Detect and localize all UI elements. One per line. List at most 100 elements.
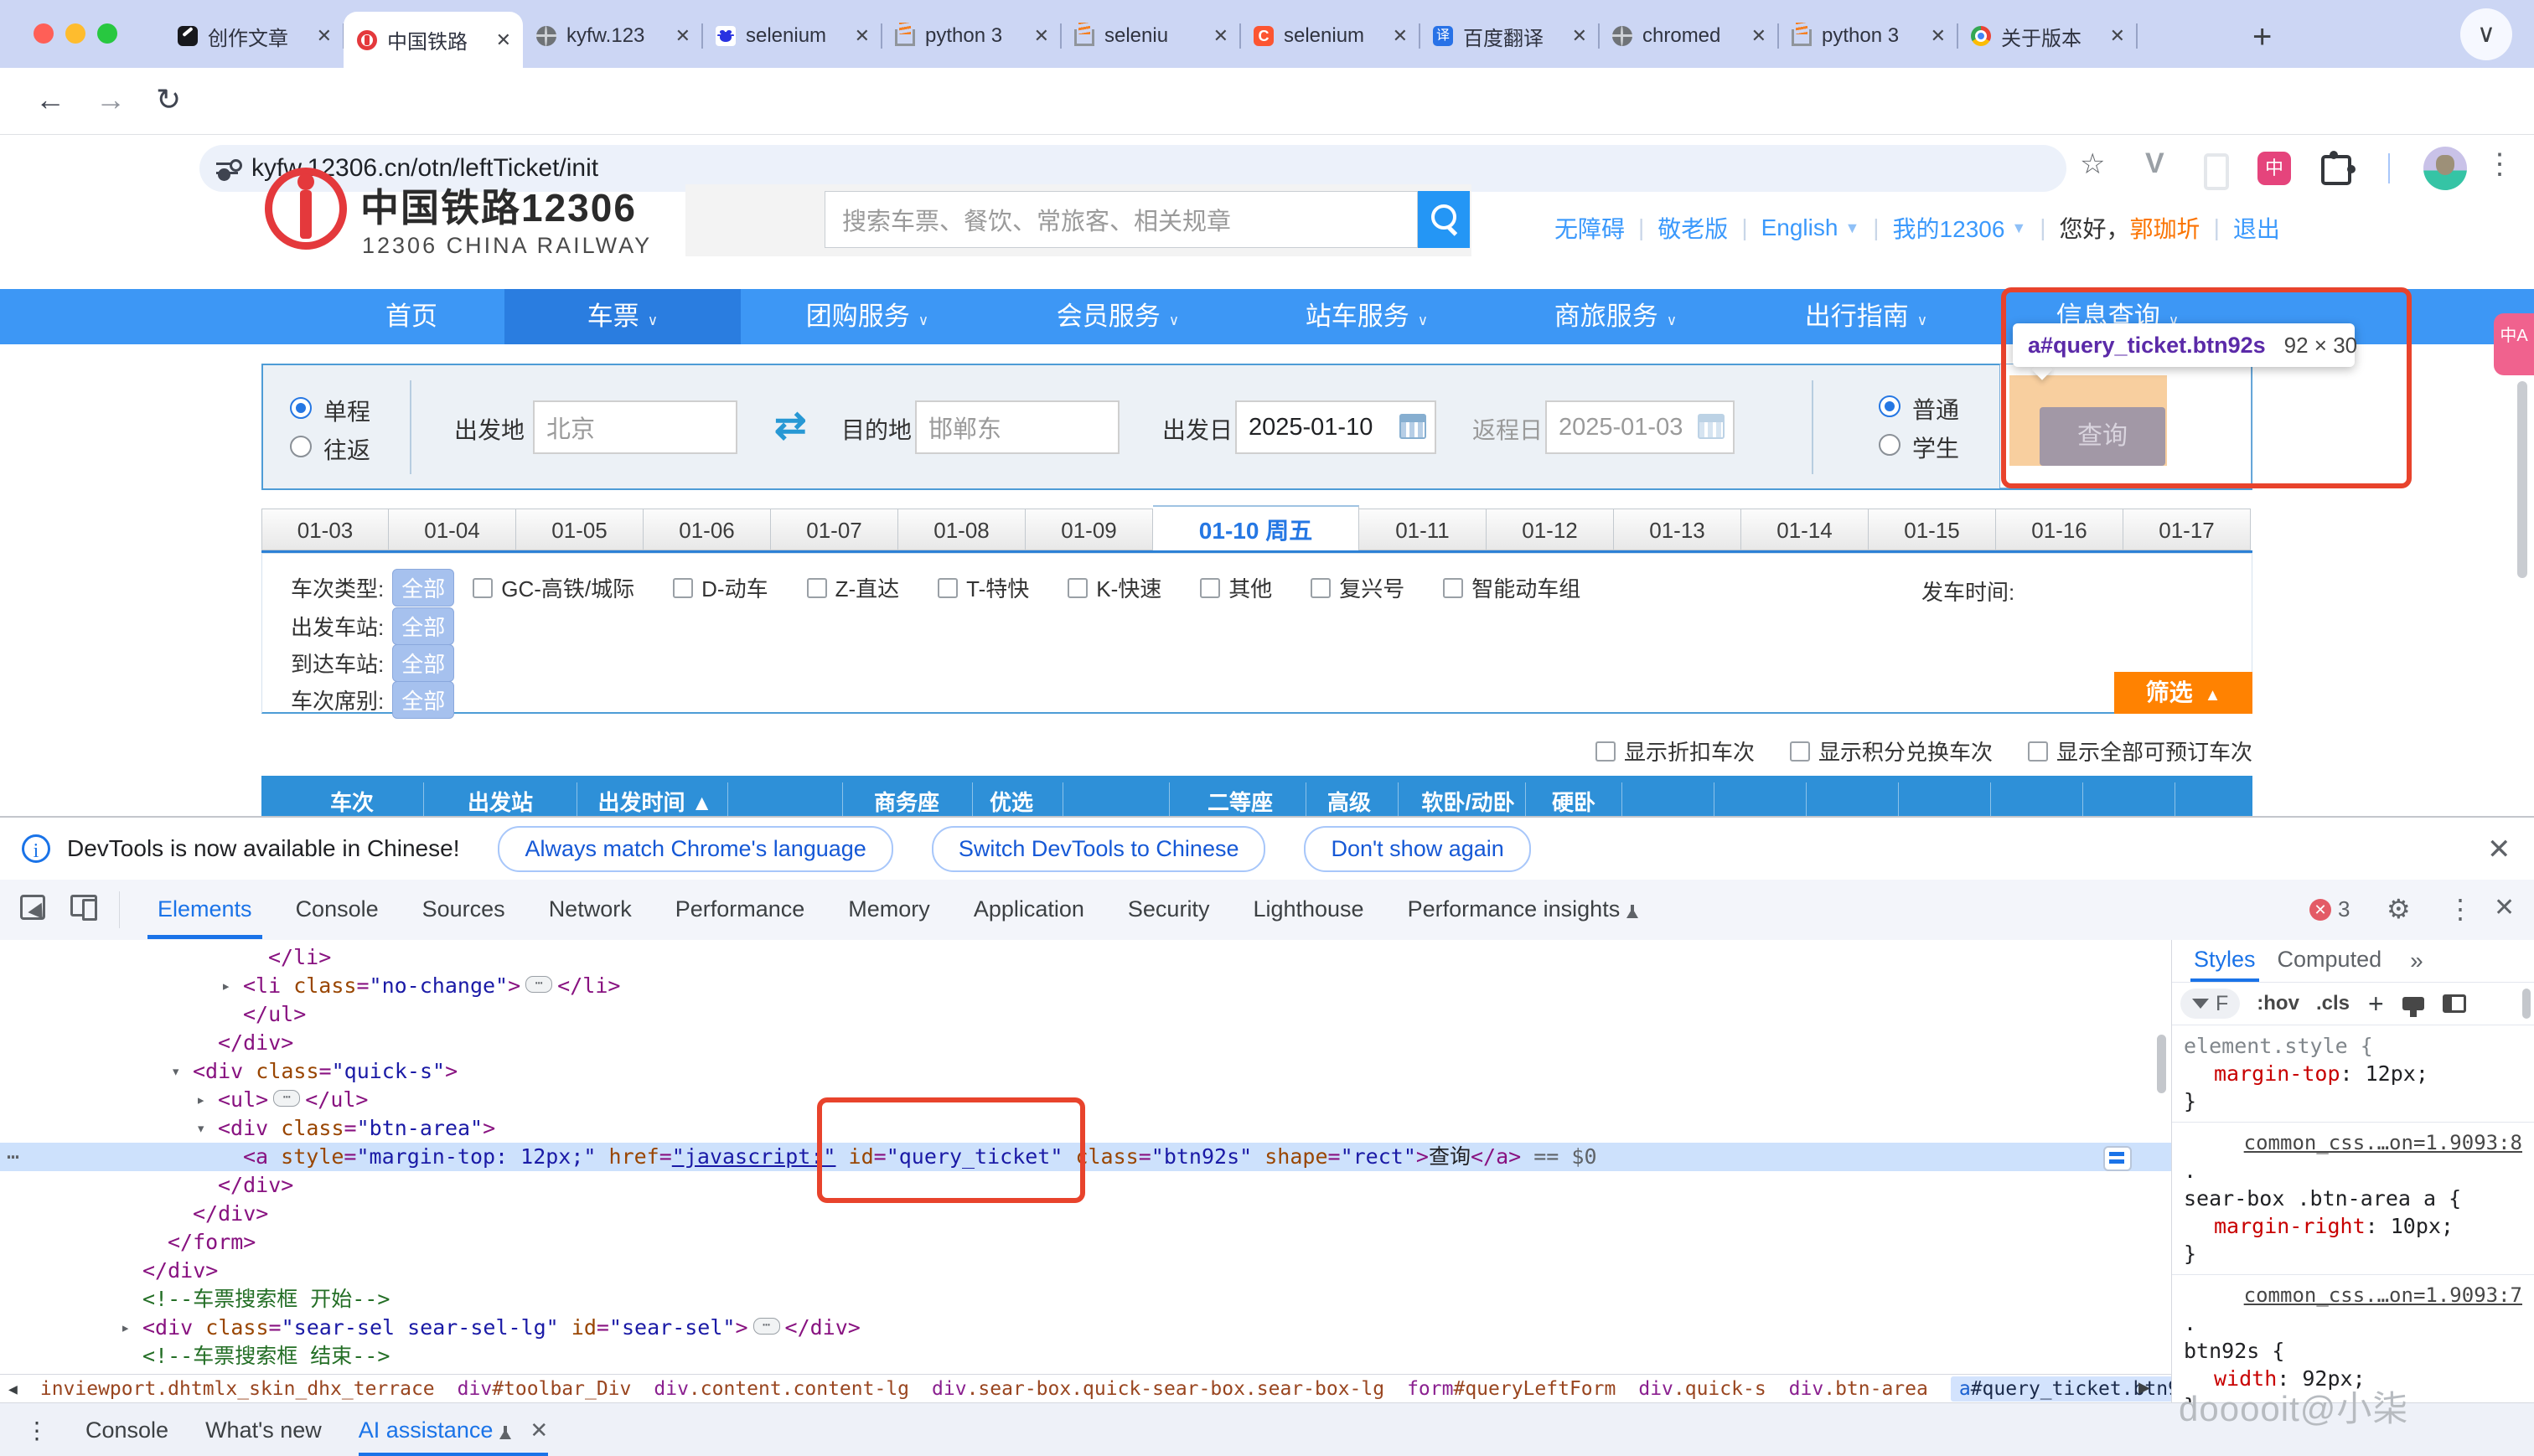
browser-tab[interactable]: python 3✕ xyxy=(882,12,1061,60)
checkbox-icon[interactable] xyxy=(673,578,693,598)
code-line[interactable]: ▸<div class="sear-sel sear-sel-lg" id="s… xyxy=(0,1314,2171,1342)
to-input[interactable]: 邯郸东 xyxy=(915,400,1120,454)
column-header[interactable]: 软卧/动卧 xyxy=(1421,786,1514,816)
browser-tab[interactable]: Cselenium✕ xyxy=(1240,12,1420,60)
more-tabs-icon[interactable]: » xyxy=(2410,947,2423,974)
breadcrumb-item[interactable]: div.quick-s xyxy=(1638,1378,1766,1400)
nav-item-4[interactable]: 站车服务∨ xyxy=(1242,289,1492,344)
train-type-option[interactable]: T-特快 xyxy=(938,572,1029,603)
inspect-element-icon[interactable] xyxy=(20,895,45,920)
column-header[interactable]: 商务座 xyxy=(874,786,939,816)
column-header[interactable]: 出发时间 ▲ xyxy=(598,786,713,816)
date-tab-01-16[interactable]: 01-16 xyxy=(1996,509,2123,550)
browser-tab[interactable]: 译百度翻译✕ xyxy=(1420,12,1599,60)
devtools-tab-network[interactable]: Network xyxy=(527,880,654,939)
tab-close-icon[interactable]: ✕ xyxy=(1927,25,1949,47)
tab-computed[interactable]: Computed xyxy=(2278,940,2382,982)
code-line[interactable]: <!--车票搜索框 开始--> xyxy=(0,1285,2171,1314)
browser-tab[interactable]: python 3✕ xyxy=(1778,12,1957,60)
nav-item-5[interactable]: 商旅服务∨ xyxy=(1491,289,1740,344)
devtools-tab-elements[interactable]: Elements xyxy=(136,880,274,939)
drawer-menu-icon[interactable]: ⋮ xyxy=(25,1417,49,1444)
from-input[interactable]: 北京 xyxy=(533,400,737,454)
tab-close-icon[interactable]: ✕ xyxy=(1210,25,1232,47)
hover-toggle[interactable]: :hov xyxy=(2257,992,2299,1015)
all-badge[interactable]: 全部 xyxy=(392,681,454,719)
devtools-tab-lighthouse[interactable]: Lighthouse xyxy=(1231,880,1385,939)
styles-scrollbar[interactable] xyxy=(2522,989,2531,1019)
code-line[interactable]: ▾<div class="quick-s"> xyxy=(0,1057,2171,1086)
new-tab-button[interactable]: + xyxy=(2252,18,2272,56)
devtools-tab-sources[interactable]: Sources xyxy=(401,880,527,939)
tab-close-icon[interactable]: ✕ xyxy=(313,25,335,47)
tab-close-icon[interactable]: ✕ xyxy=(851,25,873,47)
calendar-icon[interactable] xyxy=(1399,414,1426,439)
column-header[interactable]: 优选 xyxy=(990,786,1033,816)
site-settings-icon[interactable] xyxy=(216,157,238,179)
show-option[interactable]: 显示全部可预订车次 xyxy=(2028,736,2252,767)
expand-node-icon[interactable]: ⋯ xyxy=(525,976,552,993)
browser-menu-icon[interactable]: ⋮ xyxy=(2485,147,2514,181)
profile-avatar[interactable] xyxy=(2423,147,2467,190)
devtools-tab-console[interactable]: Console xyxy=(274,880,401,939)
vue-devtools-icon[interactable]: V xyxy=(2145,147,2164,180)
code-line[interactable]: </li> xyxy=(0,943,2171,972)
banner-button-0[interactable]: Always match Chrome's language xyxy=(498,826,892,872)
checkbox-icon[interactable] xyxy=(473,578,493,598)
window-zoom-button[interactable] xyxy=(97,23,117,44)
date-tab-01-08[interactable]: 01-08 xyxy=(898,509,1026,550)
banner-button-1[interactable]: Switch DevTools to Chinese xyxy=(932,826,1266,872)
date-tab-01-13[interactable]: 01-13 xyxy=(1614,509,1741,550)
browser-tab[interactable]: 创作文章✕ xyxy=(164,12,344,60)
disclosure-arrow-icon[interactable]: ▸ xyxy=(121,1314,130,1342)
devtools-tab-performance-insights[interactable]: Performance insights xyxy=(1386,880,1659,939)
code-line[interactable]: ⋯<a style="margin-top: 12px;" href="java… xyxy=(0,1143,2171,1171)
disclosure-arrow-icon[interactable]: ▾ xyxy=(196,1114,205,1143)
reload-button[interactable]: ↻ xyxy=(156,82,181,117)
window-minimize-button[interactable] xyxy=(65,23,85,44)
all-badge[interactable]: 全部 xyxy=(392,644,454,682)
header-link-0[interactable]: 无障碍 xyxy=(1554,211,1625,245)
nav-item-2[interactable]: 团购服务∨ xyxy=(742,289,992,344)
extensions-icon[interactable] xyxy=(2321,155,2351,185)
date-tab-01-07[interactable]: 01-07 xyxy=(771,509,898,550)
disclosure-arrow-icon[interactable]: ▾ xyxy=(171,1057,180,1086)
breadcrumb-item[interactable]: div.btn-area xyxy=(1789,1378,1928,1400)
header-link-1[interactable]: 敬老版 xyxy=(1657,211,1728,245)
breadcrumb-item[interactable]: form#queryLeftForm xyxy=(1407,1378,1616,1400)
tab-search-chevron[interactable]: ∨ xyxy=(2460,8,2512,60)
all-badge[interactable]: 全部 xyxy=(392,607,454,645)
disclosure-arrow-icon[interactable]: ▸ xyxy=(196,1086,205,1114)
date-tab-01-04[interactable]: 01-04 xyxy=(389,509,516,550)
return-date-input[interactable]: 2025-01-03 xyxy=(1545,400,1735,454)
new-rule-icon[interactable]: + xyxy=(2368,989,2384,1020)
browser-tab[interactable]: kyfw.123✕ xyxy=(523,12,702,60)
browser-tab[interactable]: chromed✕ xyxy=(1599,12,1778,60)
device-frame-icon[interactable] xyxy=(2204,153,2229,190)
element-adorner-icon[interactable] xyxy=(2103,1146,2132,1171)
tab-styles[interactable]: Styles xyxy=(2194,940,2256,982)
banner-close-icon[interactable]: ✕ xyxy=(2487,833,2511,866)
date-tab-01-17[interactable]: 01-17 xyxy=(2123,509,2251,550)
checkbox-icon[interactable] xyxy=(938,578,958,598)
tab-close-icon[interactable]: ✕ xyxy=(1389,25,1411,47)
date-tab-01-05[interactable]: 01-05 xyxy=(516,509,644,550)
normal-radio[interactable] xyxy=(1879,395,1900,417)
code-line[interactable]: ▾<div class="btn-area"> xyxy=(0,1114,2171,1143)
date-tab-01-09[interactable]: 01-09 xyxy=(1026,509,1153,550)
devtools-menu-icon[interactable]: ⋮ xyxy=(2447,893,2474,925)
checkbox-icon[interactable] xyxy=(1595,741,1616,762)
checkbox-icon[interactable] xyxy=(1200,578,1220,598)
browser-tab[interactable]: 关于版本✕ xyxy=(1957,12,2137,60)
nav-item-1[interactable]: 车票∨ xyxy=(504,289,741,344)
show-option[interactable]: 显示折扣车次 xyxy=(1595,736,1755,767)
column-header[interactable]: 出发站 xyxy=(468,786,533,816)
date-tab-01-11[interactable]: 01-11 xyxy=(1359,509,1487,550)
nav-item-0[interactable]: 首页 xyxy=(318,289,504,344)
drawer-close-icon[interactable]: ✕ xyxy=(530,1417,548,1443)
elements-tree[interactable]: </li>▸<li class="no-change">⋯</li></ul><… xyxy=(0,940,2171,1374)
devtools-close-icon[interactable]: ✕ xyxy=(2494,893,2515,922)
devtools-settings-icon[interactable]: ⚙ xyxy=(2387,893,2411,925)
logout-link[interactable]: 退出 xyxy=(2233,211,2280,245)
devtools-tab-security[interactable]: Security xyxy=(1106,880,1232,939)
